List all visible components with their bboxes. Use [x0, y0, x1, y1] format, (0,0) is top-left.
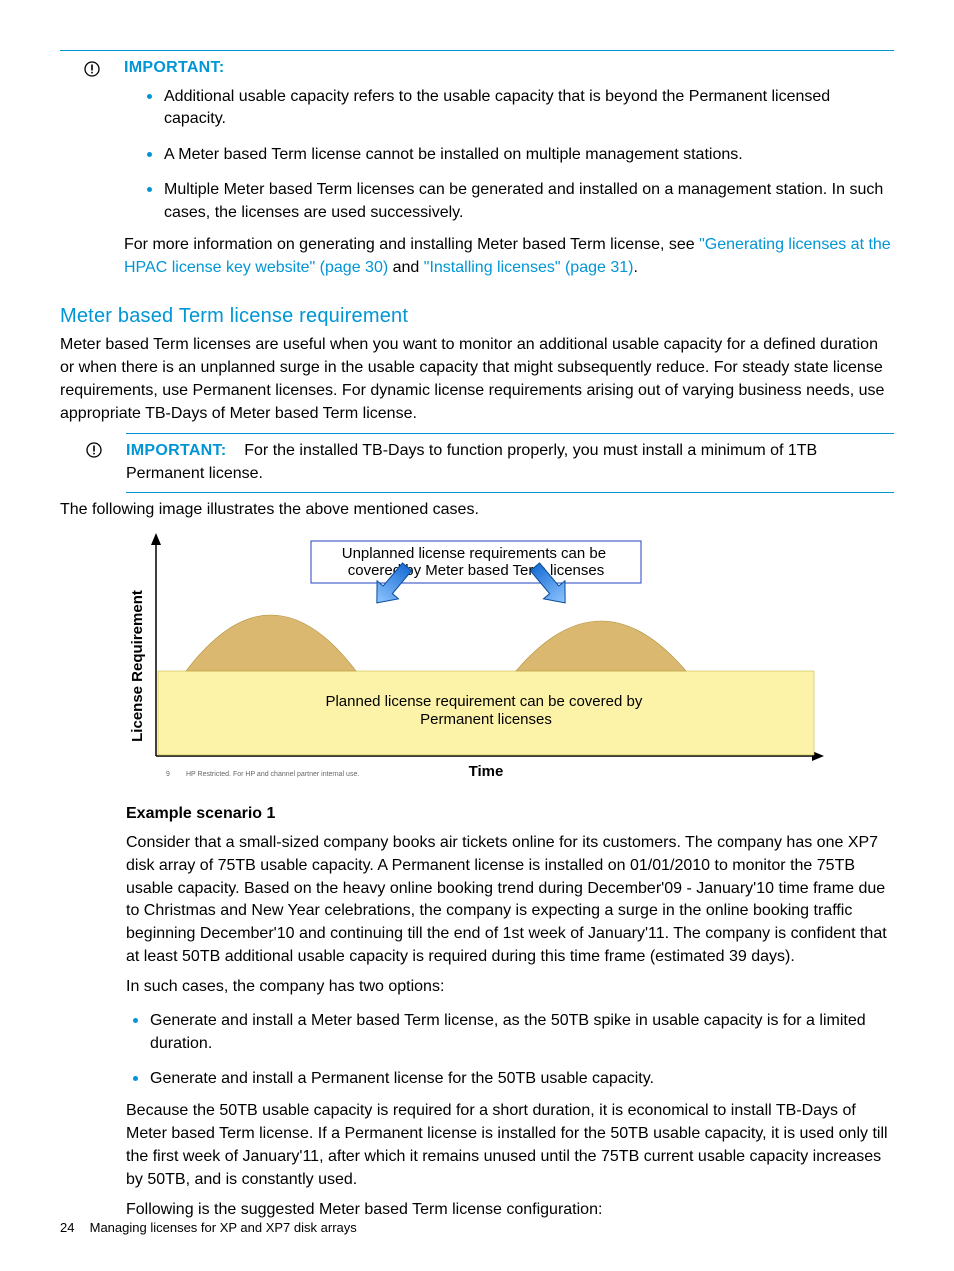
- list-item: Additional usable capacity refers to the…: [164, 83, 894, 131]
- important-icon-wrap: [60, 59, 124, 82]
- figure: License Requirement Unplanned license re…: [126, 531, 894, 791]
- important-body-1: IMPORTANT: Additional usable capacity re…: [124, 59, 894, 287]
- rule-top: [60, 50, 894, 51]
- y-axis-label: License Requirement: [129, 591, 146, 743]
- section-para: Meter based Term licenses are useful whe…: [60, 334, 894, 425]
- alert-icon: [86, 442, 102, 458]
- footer-title: Managing licenses for XP and XP7 disk ar…: [90, 1220, 357, 1235]
- rule-important2-bottom: [126, 492, 894, 493]
- example-heading: Example scenario 1: [126, 803, 894, 826]
- alert-icon: [84, 61, 100, 77]
- followup-para: For more information on generating and i…: [124, 234, 894, 279]
- example-list: Generate and install a Meter based Term …: [126, 1007, 894, 1090]
- restricted-text: HP Restricted. For HP and channel partne…: [186, 771, 359, 778]
- section-heading-meter: Meter based Term license requirement: [60, 305, 894, 328]
- important-label-1: IMPORTANT:: [124, 59, 894, 77]
- important-text-2: For the installed TB-Days to function pr…: [126, 442, 817, 482]
- text: For more information on generating and i…: [124, 236, 699, 253]
- text: and: [388, 259, 424, 276]
- example-para1: Consider that a small-sized company book…: [126, 832, 894, 968]
- x-axis-label: Time: [469, 763, 504, 780]
- important-block-1: IMPORTANT: Additional usable capacity re…: [60, 59, 894, 287]
- fig-top-text: Unplanned license requirements can be co…: [342, 545, 611, 579]
- figure-svg: License Requirement Unplanned license re…: [126, 531, 826, 791]
- list-item: Generate and install a Permanent license…: [150, 1065, 894, 1090]
- list-item: Multiple Meter based Term licenses can b…: [164, 176, 894, 224]
- page: IMPORTANT: Additional usable capacity re…: [0, 0, 954, 1271]
- list-item: Generate and install a Meter based Term …: [150, 1007, 894, 1055]
- example-block: Example scenario 1 Consider that a small…: [126, 803, 894, 1222]
- footer: 24 Managing licenses for XP and XP7 disk…: [60, 1220, 357, 1235]
- page-number: 24: [60, 1220, 86, 1235]
- example-para4: Following is the suggested Meter based T…: [126, 1199, 894, 1222]
- important-list-1: Additional usable capacity refers to the…: [124, 83, 894, 224]
- figure-caption: The following image illustrates the abov…: [60, 499, 894, 522]
- restricted-num: 9: [166, 771, 170, 778]
- text: .: [633, 259, 637, 276]
- important-label-2: IMPORTANT:: [126, 442, 226, 459]
- rule-important2-top: [126, 433, 894, 434]
- list-item: A Meter based Term license cannot be ins…: [164, 141, 894, 166]
- example-para2: In such cases, the company has two optio…: [126, 976, 894, 999]
- important-block-2: IMPORTANT: For the installed TB-Days to …: [126, 440, 894, 485]
- example-para3: Because the 50TB usable capacity is requ…: [126, 1100, 894, 1191]
- link-installing[interactable]: "Installing licenses" (page 31): [424, 259, 634, 276]
- important-icon-wrap-2: [86, 442, 102, 466]
